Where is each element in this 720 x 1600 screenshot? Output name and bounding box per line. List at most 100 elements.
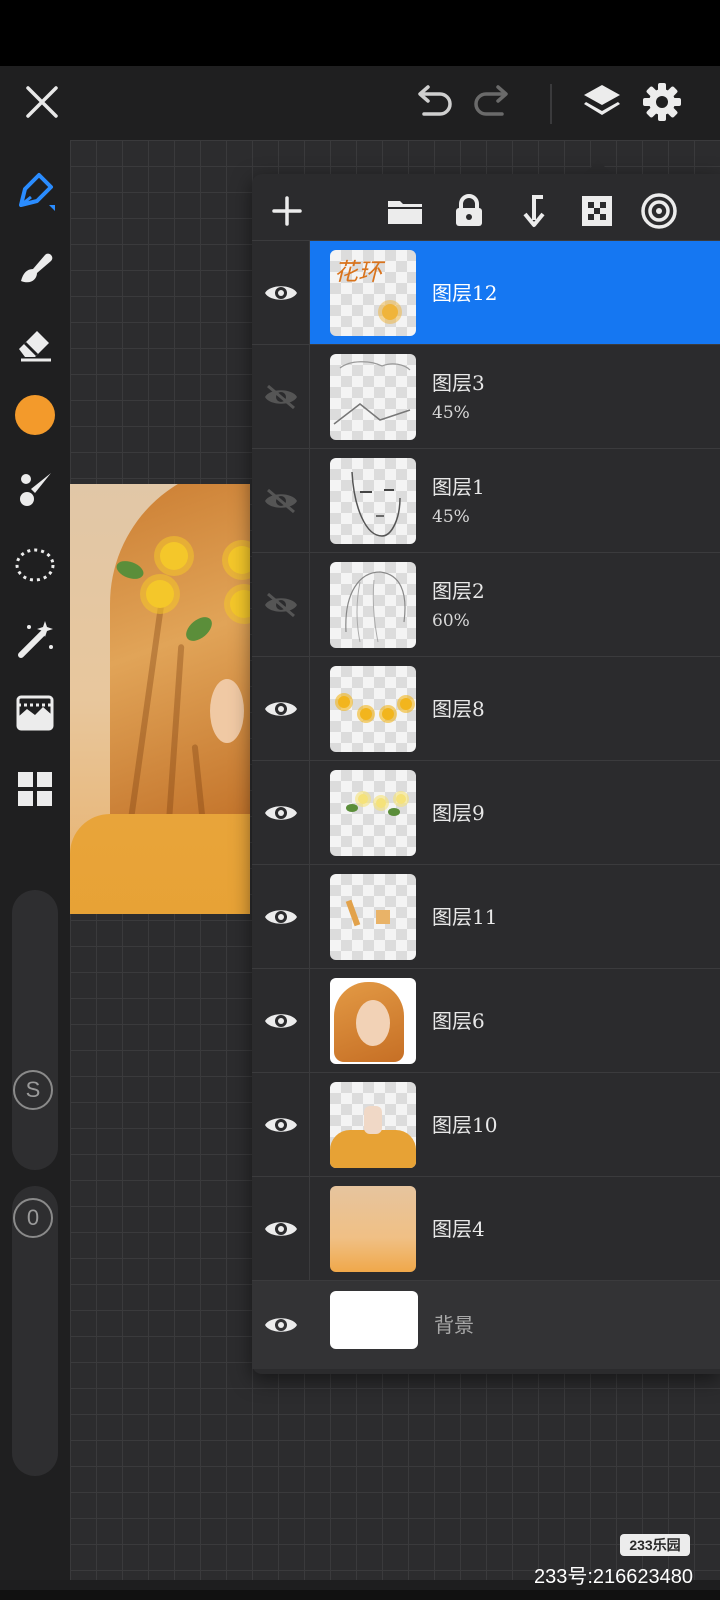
- settings-button[interactable]: [634, 74, 690, 130]
- layer-name: 图层9: [432, 801, 485, 825]
- visibility-toggle[interactable]: [252, 657, 310, 761]
- close-button[interactable]: [14, 74, 70, 130]
- flower-shape: [146, 580, 174, 608]
- toolbar-divider: [550, 84, 552, 124]
- magic-wand-button[interactable]: [10, 614, 60, 664]
- gallery-button[interactable]: [10, 764, 60, 814]
- thumb-flower: [382, 708, 394, 720]
- layer-name: 图层8: [432, 697, 485, 721]
- layer-body[interactable]: 图层3 45%: [310, 345, 720, 449]
- visibility-toggle[interactable]: [252, 969, 310, 1073]
- thumb-flower: [400, 698, 412, 710]
- canvas-artwork[interactable]: [70, 484, 250, 914]
- thumb-lettering: 花环: [334, 258, 382, 286]
- thumb-leaf: [388, 808, 400, 816]
- folder-button[interactable]: [380, 186, 430, 236]
- size-slider-knob[interactable]: S: [13, 1070, 53, 1110]
- layer-body[interactable]: 图层9: [310, 761, 720, 865]
- visibility-toggle[interactable]: [252, 449, 310, 553]
- eye-icon: [264, 806, 297, 820]
- layer-row[interactable]: 图层10: [252, 1072, 720, 1177]
- thumb-flower: [358, 794, 368, 804]
- sketch-thumb: [333, 361, 411, 425]
- eraser-icon: [19, 331, 51, 362]
- visibility-toggle[interactable]: [252, 865, 310, 969]
- eye-icon: [264, 286, 297, 300]
- add-layer-icon: [272, 196, 302, 226]
- add-layer-button[interactable]: [262, 186, 312, 236]
- settings-icon: [643, 83, 681, 121]
- shirt-shape: [70, 814, 250, 914]
- merge-down-button[interactable]: [508, 186, 558, 236]
- layer-body[interactable]: 图层8: [310, 657, 720, 761]
- thumb-flower: [396, 794, 406, 804]
- visibility-toggle[interactable]: [252, 241, 310, 345]
- layer-row[interactable]: 图层9: [252, 760, 720, 865]
- background-layer-row[interactable]: 背景: [252, 1280, 720, 1369]
- thumb-flower: [376, 798, 386, 808]
- layers-button[interactable]: [574, 74, 630, 130]
- layer-row[interactable]: 花环 图层12: [252, 240, 720, 345]
- layer-body[interactable]: 背景: [310, 1281, 720, 1369]
- layer-thumbnail: [330, 562, 416, 648]
- adjustment-icon: [16, 695, 54, 731]
- layer-name: 背景: [434, 1313, 474, 1337]
- layer-row[interactable]: 图层2 60%: [252, 552, 720, 657]
- layer-row[interactable]: 图层3 45%: [252, 344, 720, 449]
- eraser-tool-button[interactable]: [10, 318, 60, 368]
- visibility-toggle[interactable]: [252, 553, 310, 657]
- gallery-icon: [18, 772, 52, 806]
- layer-name: 图层3: [432, 371, 485, 395]
- color-swatch-button[interactable]: [10, 390, 60, 440]
- smudge-tool-button[interactable]: [10, 242, 60, 292]
- visibility-toggle[interactable]: [252, 1073, 310, 1177]
- layer-body[interactable]: 图层4: [310, 1177, 720, 1281]
- layer-body[interactable]: 图层10: [310, 1073, 720, 1177]
- transparency-icon: [582, 196, 612, 226]
- layer-name: 图层1: [432, 475, 485, 499]
- panel-caret: [584, 160, 612, 174]
- layer-row[interactable]: 图层1 45%: [252, 448, 720, 553]
- blend-icon: [641, 193, 677, 229]
- eye-icon: [264, 1014, 297, 1028]
- visibility-toggle[interactable]: [252, 761, 310, 865]
- layer-body-selected[interactable]: 花环 图层12: [310, 241, 720, 345]
- pen-tool-button[interactable]: [10, 166, 60, 216]
- pen-tool-icon: [19, 173, 55, 211]
- layer-row[interactable]: 图层4: [252, 1176, 720, 1281]
- layer-row[interactable]: 图层8: [252, 656, 720, 761]
- layer-name: 图层2: [432, 579, 485, 603]
- layer-thumbnail: [330, 458, 416, 544]
- visibility-toggle[interactable]: [252, 1177, 310, 1281]
- blend-mode-button[interactable]: [634, 186, 684, 236]
- layer-row[interactable]: 图层6: [252, 968, 720, 1073]
- selection-tool-button[interactable]: [10, 540, 60, 590]
- layer-body[interactable]: 图层2 60%: [310, 553, 720, 657]
- undo-button[interactable]: [404, 74, 460, 130]
- smudge-icon: [21, 253, 53, 283]
- layer-name: 图层6: [432, 1009, 485, 1033]
- layer-body[interactable]: 图层1 45%: [310, 449, 720, 553]
- visibility-toggle[interactable]: [252, 345, 310, 449]
- layer-body[interactable]: 图层6: [310, 969, 720, 1073]
- opacity-slider-knob[interactable]: 0: [13, 1198, 53, 1238]
- layer-opacity: 60%: [432, 611, 470, 631]
- eye-hidden-icon: [264, 592, 297, 618]
- redo-button[interactable]: [466, 74, 522, 130]
- layers-icon: [584, 85, 620, 115]
- visibility-toggle[interactable]: [252, 1281, 310, 1369]
- lock-button[interactable]: [444, 186, 494, 236]
- transparency-button[interactable]: [572, 186, 622, 236]
- eye-icon: [264, 1222, 297, 1236]
- layer-thumbnail: [330, 1082, 416, 1168]
- layer-row[interactable]: 图层11: [252, 864, 720, 969]
- flower-shape: [228, 546, 250, 574]
- adjustment-button[interactable]: [10, 688, 60, 738]
- layers-panel: 花环 图层12 图层3 45% 图层1 45% 图层2 60% 图层8 图层9 …: [252, 174, 720, 1374]
- hair-sketch-thumb: [345, 571, 406, 643]
- thumb-face: [356, 1000, 390, 1046]
- brush-tool-button[interactable]: [10, 464, 60, 514]
- brush-size-slider[interactable]: [12, 890, 58, 1170]
- eye-icon: [264, 910, 297, 924]
- layer-body[interactable]: 图层11: [310, 865, 720, 969]
